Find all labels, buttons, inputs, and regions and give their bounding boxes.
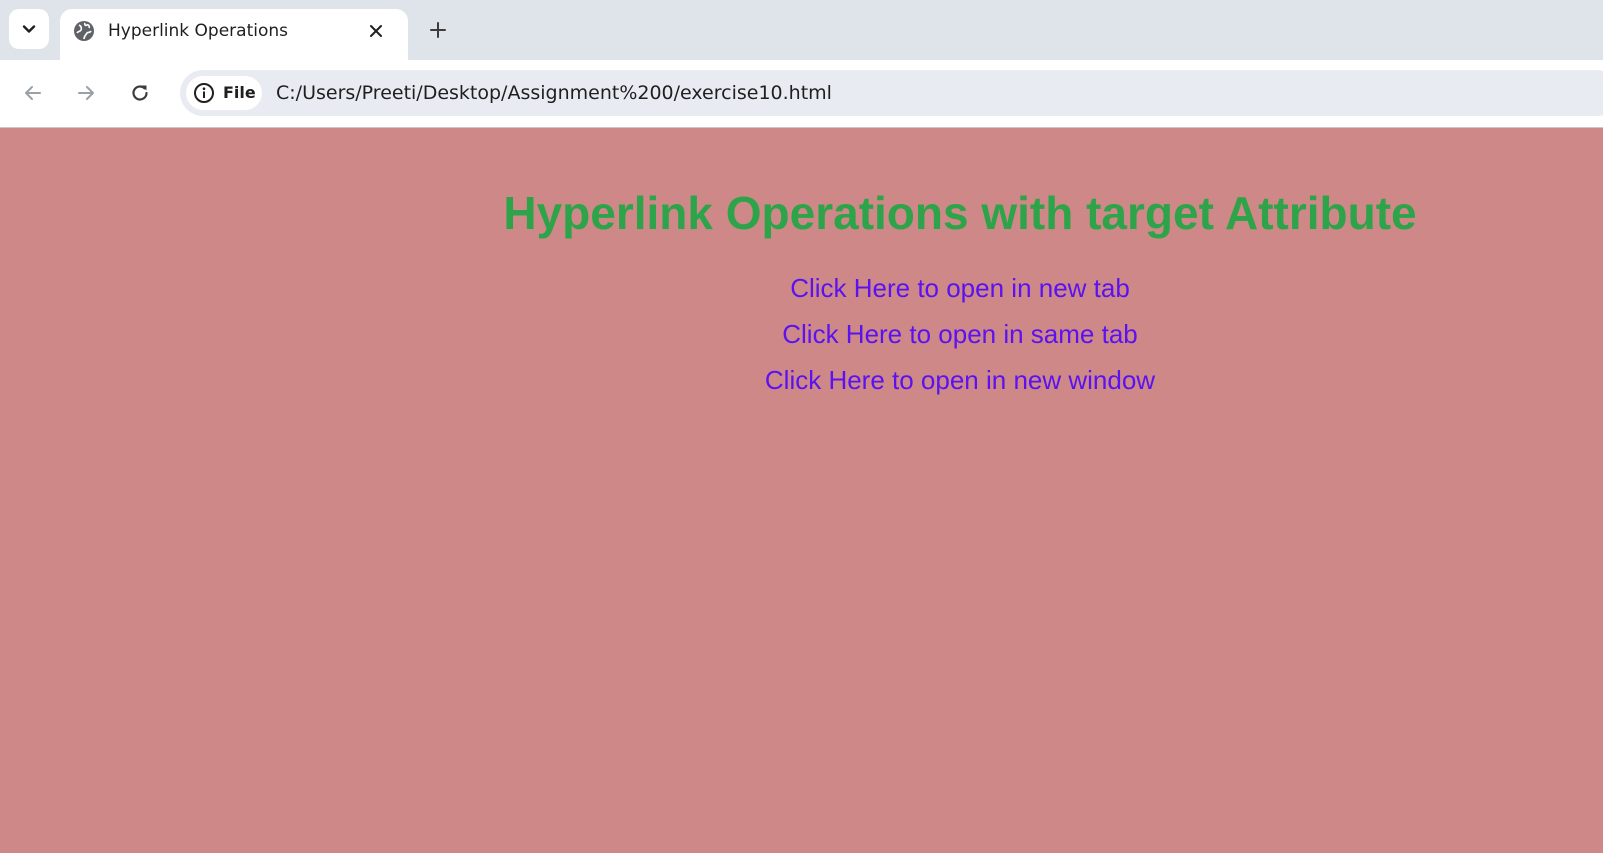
site-info-button[interactable]: File — [186, 76, 262, 110]
globe-icon — [74, 21, 94, 41]
arrow-right-icon — [78, 86, 94, 100]
reload-icon — [132, 85, 148, 101]
tab-title: Hyperlink Operations — [108, 21, 289, 41]
forward-button[interactable] — [68, 75, 104, 111]
address-bar[interactable]: File C:/Users/Preeti/Desktop/Assignment%… — [180, 70, 1603, 116]
site-info-label: File — [223, 83, 256, 102]
tab-search-button[interactable] — [9, 9, 49, 49]
link-open-new-tab[interactable]: Click Here to open in new tab — [480, 273, 1440, 304]
info-icon — [194, 83, 214, 103]
url-text[interactable]: C:/Users/Preeti/Desktop/Assignment%200/e… — [276, 82, 832, 104]
plus-icon — [430, 22, 446, 38]
new-tab-button[interactable] — [420, 12, 456, 48]
toolbar: File C:/Users/Preeti/Desktop/Assignment%… — [0, 60, 1603, 128]
active-tab[interactable]: Hyperlink Operations — [60, 9, 408, 60]
reload-button[interactable] — [122, 75, 158, 111]
tab-close-button[interactable] — [362, 17, 390, 45]
page-content: Hyperlink Operations with target Attribu… — [0, 128, 1603, 853]
arrow-left-icon — [25, 86, 41, 100]
tab-strip: Hyperlink Operations — [0, 0, 1603, 60]
back-button[interactable] — [15, 75, 51, 111]
link-open-same-tab[interactable]: Click Here to open in same tab — [480, 319, 1440, 350]
close-icon — [370, 25, 382, 37]
link-open-new-window[interactable]: Click Here to open in new window — [480, 365, 1440, 396]
chevron-down-icon — [22, 25, 36, 33]
browser-window: Hyperlink Operations File C:/Users/Preet… — [0, 0, 1603, 853]
page-heading: Hyperlink Operations with target Attribu… — [503, 187, 1417, 239]
